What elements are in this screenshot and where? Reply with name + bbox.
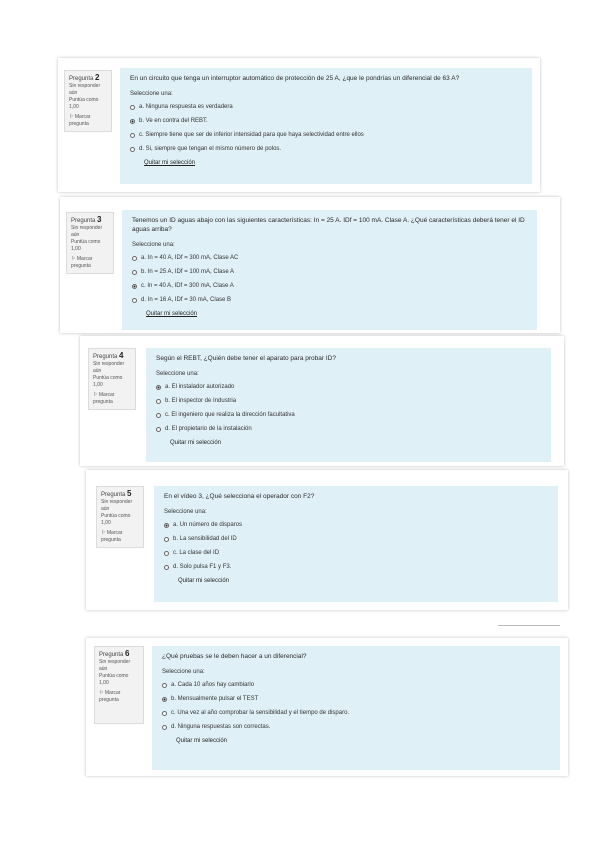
- radio-button[interactable]: [130, 132, 135, 138]
- radio-button[interactable]: [162, 710, 167, 716]
- question-status: Sin responder aún: [71, 225, 103, 238]
- radio-button[interactable]: [130, 104, 135, 110]
- answer-option[interactable]: c. El ingeniero que realiza la dirección…: [156, 408, 541, 422]
- radio-button-selected[interactable]: [164, 522, 169, 528]
- clear-selection-link[interactable]: Quitar mi selección: [146, 311, 527, 317]
- question-content-6: ¿Qué pruebas se le deben hacer a un dife…: [152, 646, 560, 770]
- question-content-5: En el vídeo 3, ¿Qué selecciona el operad…: [154, 486, 558, 602]
- question-number: Pregunta 5: [101, 489, 132, 499]
- question-info-2: Pregunta 2 Sin responder aún Puntúa como…: [64, 70, 112, 132]
- question-status: Sin responder aún: [69, 83, 101, 96]
- radio-button[interactable]: [156, 426, 161, 432]
- question-content-4: Según el REBT, ¿Quién debe tener el apar…: [146, 348, 551, 462]
- flag-question-button[interactable]: ⚐ Marcar pregunta: [101, 530, 139, 544]
- question-status: Sin responder aún: [101, 499, 133, 512]
- answer-option[interactable]: a. Un número de disparos: [164, 518, 548, 532]
- radio-button-selected[interactable]: [156, 384, 161, 390]
- question-points: Puntúa como 1,00: [69, 97, 99, 110]
- question-info-4: Pregunta 4 Sin responder aún Puntúa como…: [88, 348, 136, 410]
- flag-icon: ⚐: [93, 392, 98, 398]
- question-number: Pregunta 2: [69, 73, 100, 83]
- radio-button[interactable]: [162, 682, 167, 688]
- answer-prompt: Seleccione una:: [132, 242, 175, 248]
- radio-button[interactable]: [156, 412, 161, 418]
- flag-icon: ⚐: [101, 530, 106, 536]
- flag-icon: ⚐: [71, 256, 76, 262]
- question-text: ¿Qué pruebas se le deben hacer a un dife…: [162, 653, 307, 660]
- question-content-2: En un circuito que tenga un interruptor …: [120, 68, 532, 184]
- question-text: Según el REBT, ¿Quién debe tener el apar…: [156, 355, 336, 362]
- answer-option[interactable]: c. Siempre tiene que ser de inferior int…: [130, 128, 522, 142]
- question-info-5: Pregunta 5 Sin responder aún Puntúa como…: [96, 486, 144, 548]
- answer-prompt: Seleccione una:: [156, 371, 199, 377]
- question-text: Tenemos un ID aguas abajo con las siguie…: [132, 217, 525, 233]
- question-points: Puntúa como 1,00: [99, 673, 129, 686]
- answer-option[interactable]: d. Solo pulsa F1 y F3.: [164, 560, 548, 574]
- question-status: Sin responder aún: [99, 659, 131, 672]
- question-points: Puntúa como 1,00: [101, 513, 131, 526]
- radio-button-selected[interactable]: [132, 283, 137, 289]
- answer-option[interactable]: b. La sensibilidad del ID: [164, 532, 548, 546]
- answer-option[interactable]: a. In = 40 A, IDf = 300 mA, Clase AC: [132, 251, 527, 265]
- question-text: En un circuito que tenga un interruptor …: [130, 75, 460, 82]
- radio-button[interactable]: [164, 550, 169, 556]
- answer-option[interactable]: c. In = 40 A, IDf = 300 mA, Clase A: [132, 279, 527, 293]
- clear-selection-link[interactable]: Quitar mi selección: [178, 578, 548, 584]
- flag-icon: ⚐: [69, 114, 74, 120]
- flag-question-button[interactable]: ⚐ Marcar pregunta: [71, 256, 109, 270]
- answer-option[interactable]: d. In = 16 A, IDf = 30 mA, Clase B: [132, 293, 527, 307]
- clear-selection-link[interactable]: Quitar mi selección: [170, 440, 541, 446]
- radio-button[interactable]: [130, 146, 135, 152]
- question-number: Pregunta 6: [99, 649, 130, 659]
- flag-question-button[interactable]: ⚐ Marcar pregunta: [99, 690, 139, 704]
- question-info-3: Pregunta 3 Sin responder aún Puntúa como…: [66, 212, 114, 274]
- clear-selection-link[interactable]: Quitar mi selección: [176, 738, 550, 744]
- answer-option[interactable]: b. In = 25 A, IDf = 100 mA, Clase A: [132, 265, 527, 279]
- question-text: En el vídeo 3, ¿Qué selecciona el operad…: [164, 493, 315, 500]
- question-number: Pregunta 3: [71, 215, 102, 225]
- answer-option[interactable]: b. El inspector de Industria: [156, 394, 541, 408]
- flag-icon: ⚐: [99, 690, 104, 696]
- radio-button[interactable]: [164, 536, 169, 542]
- question-content-3: Tenemos un ID aguas abajo con las siguie…: [122, 210, 537, 330]
- radio-button[interactable]: [132, 269, 137, 275]
- radio-button[interactable]: [132, 255, 137, 261]
- answer-option[interactable]: d. El propietario de la instalación: [156, 422, 541, 436]
- question-number: Pregunta 4: [93, 351, 124, 361]
- answer-option[interactable]: c. Una vez al año comprobar la sensibili…: [162, 706, 550, 720]
- answer-prompt: Seleccione una:: [162, 669, 205, 675]
- radio-button[interactable]: [162, 724, 167, 730]
- flag-question-button[interactable]: ⚐ Marcar pregunta: [93, 392, 131, 406]
- radio-button-selected[interactable]: [130, 118, 135, 124]
- answer-option[interactable]: b. Ve en contra del REBT.: [130, 114, 522, 128]
- answer-option[interactable]: d. Si, siempre que tengan el mismo númer…: [130, 142, 522, 156]
- answer-prompt: Seleccione una:: [130, 91, 173, 97]
- radio-button-selected[interactable]: [162, 696, 167, 702]
- question-points: Puntúa como 1,00: [71, 239, 101, 252]
- answer-option[interactable]: a. El instalador autorizado: [156, 380, 541, 394]
- question-points: Puntúa como 1,00: [93, 375, 123, 388]
- answer-option[interactable]: b. Mensualmente pulsar el TEST: [162, 692, 550, 706]
- answer-option[interactable]: c. La clase del ID: [164, 546, 548, 560]
- radio-button[interactable]: [164, 564, 169, 570]
- clear-selection-link[interactable]: Quitar mi selección: [144, 160, 522, 166]
- answer-option[interactable]: a. Cada 10 años hay cambiarlo: [162, 678, 550, 692]
- answer-prompt: Seleccione una:: [164, 509, 207, 515]
- question-status: Sin responder aún: [93, 361, 125, 374]
- answer-option[interactable]: d. Ninguna respuestas son correctas.: [162, 720, 550, 734]
- divider: [498, 625, 560, 626]
- radio-button[interactable]: [132, 297, 137, 303]
- question-info-6: Pregunta 6 Sin responder aún Puntúa como…: [94, 646, 144, 724]
- flag-question-button[interactable]: ⚐ Marcar pregunta: [69, 114, 107, 128]
- radio-button[interactable]: [156, 398, 161, 404]
- answer-option[interactable]: a. Ninguna respuesta es verdadera: [130, 100, 522, 114]
